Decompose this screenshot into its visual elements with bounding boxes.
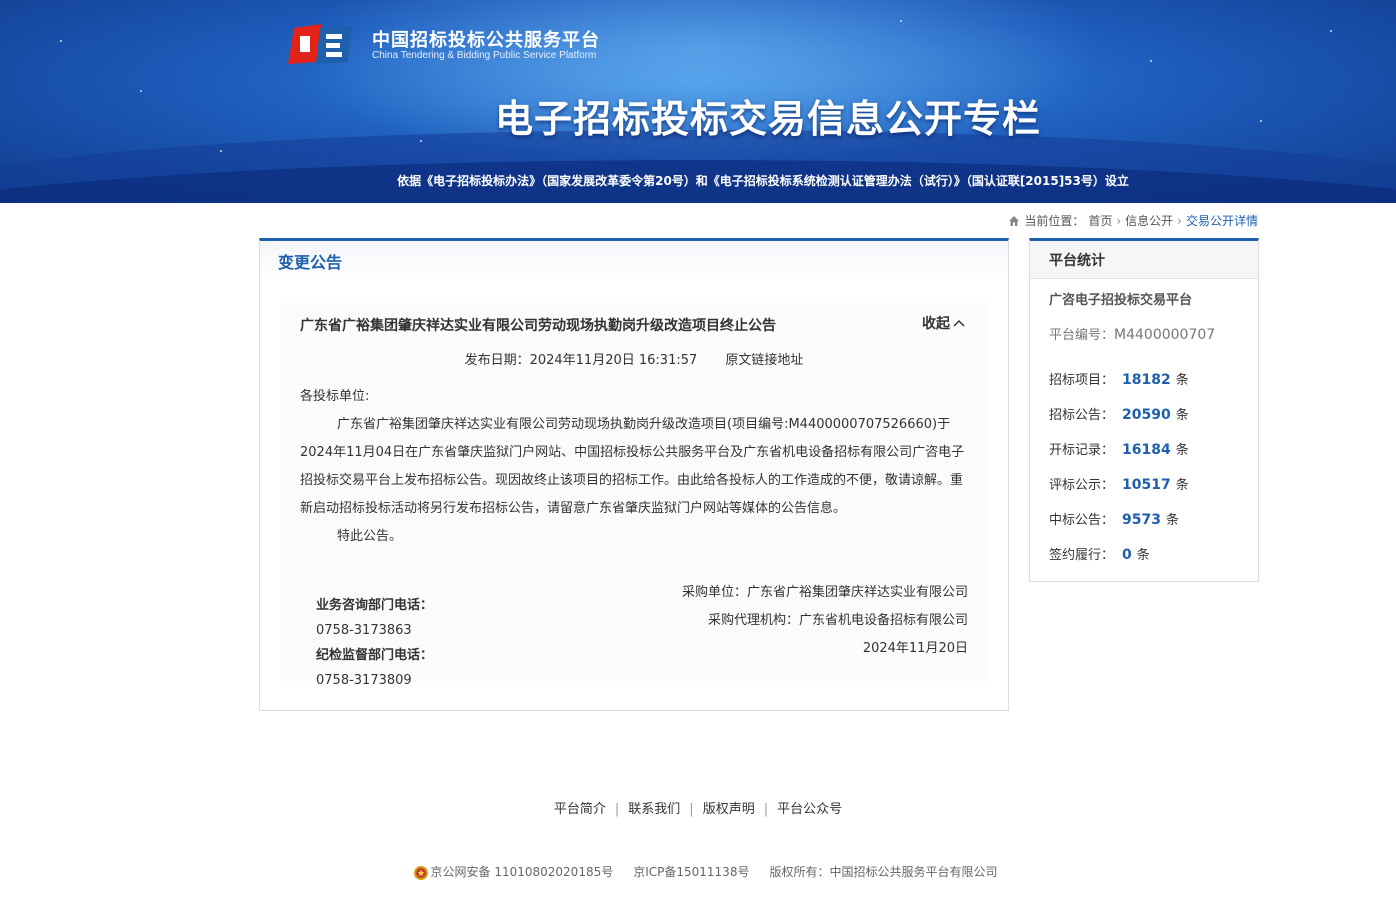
article-paragraph: 广东省广裕集团肇庆祥达实业有限公司劳动现场执勤岗升级改造项目(项目编号:M440… <box>300 417 965 516</box>
stat-label: 评标公示： <box>1049 478 1115 493</box>
salutation: 各投标单位: <box>300 389 370 404</box>
star-dot <box>900 20 902 22</box>
chevron-right-icon: › <box>1116 213 1122 228</box>
stat-unit: 条 <box>1175 408 1189 423</box>
stat-label: 招标项目： <box>1049 373 1115 388</box>
stat-row: 招标公告： 20590 条 <box>1049 404 1189 423</box>
stat-unit: 条 <box>1165 513 1179 528</box>
contact-phone: 0758-3173863 <box>316 623 412 638</box>
brand-name-en: China Tendering & Bidding Public Service… <box>372 50 597 61</box>
chevron-up-icon <box>953 319 965 327</box>
stat-unit: 条 <box>1175 478 1189 493</box>
contact-phone: 0758-3173809 <box>316 673 412 688</box>
police-badge-icon <box>413 865 428 880</box>
stat-value[interactable]: 9573 <box>1122 512 1161 528</box>
platform-name: 广咨电子招投标交易平台 <box>1049 293 1193 308</box>
main-panel: 变更公告 广东省广裕集团肇庆祥达实业有限公司劳动现场执勤岗升级改造项目终止公告 … <box>259 238 1009 711</box>
sign-date: 2024年11月20日 <box>862 641 968 656</box>
footer-link-about[interactable]: 平台简介 <box>554 802 606 817</box>
footer-link-wechat[interactable]: 平台公众号 <box>777 802 842 817</box>
stat-label: 中标公告： <box>1049 513 1115 528</box>
closing-text: 特此公告。 <box>337 529 403 544</box>
article-title: 广东省广裕集团肇庆祥达实业有限公司劳动现场执勤岗升级改造项目终止公告 <box>300 318 776 334</box>
stats-panel: 平台统计 广咨电子招投标交易平台 平台编号：M4400000707 招标项目： … <box>1029 238 1259 582</box>
star-dot <box>60 40 62 42</box>
section-title: 变更公告 <box>260 241 1008 281</box>
breadcrumb-home[interactable]: 首页 <box>1088 212 1112 229</box>
logo-icon[interactable] <box>286 22 356 66</box>
contact-label: 业务咨询部门电话： <box>316 598 434 613</box>
stat-value[interactable]: 0 <box>1122 547 1132 563</box>
breadcrumb-current[interactable]: 交易公开详情 <box>1186 212 1258 229</box>
chevron-right-icon: › <box>1177 213 1182 228</box>
breadcrumb: 当前位置： 首页 › 信息公开 › 交易公开详情 <box>1008 212 1258 229</box>
breadcrumb-info[interactable]: 信息公开 <box>1125 212 1173 229</box>
breadcrumb-prefix: 当前位置： <box>1024 214 1085 228</box>
contact-label: 纪检监督部门电话： <box>316 648 434 663</box>
star-dot <box>1150 60 1152 62</box>
stat-row: 中标公告： 9573 条 <box>1049 509 1179 528</box>
footer-link-contact[interactable]: 联系我们 <box>628 802 680 817</box>
contact-info: 业务咨询部门电话： 0758-3173863 纪检监督部门电话： 0758-31… <box>316 593 433 693</box>
stat-label: 开标记录： <box>1049 443 1115 458</box>
home-icon <box>1009 215 1020 226</box>
stat-row: 评标公示： 10517 条 <box>1049 474 1189 493</box>
icp-record[interactable]: 京ICP备15011138号 <box>633 863 749 880</box>
stat-value[interactable]: 10517 <box>1122 477 1171 493</box>
footer-links: 平台简介 | 联系我们 | 版权声明 | 平台公众号 <box>0 798 1396 817</box>
copyright-text: 版权所有：中国招标公共服务平台有限公司 <box>769 865 998 880</box>
stat-label: 招标公告： <box>1049 408 1115 423</box>
stat-unit: 条 <box>1136 548 1150 563</box>
signature-block: 采购单位：广东省广裕集团肇庆祥达实业有限公司 采购代理机构：广东省机电设备招标有… <box>682 579 968 663</box>
article-body: 各投标单位: 广东省广裕集团肇庆祥达实业有限公司劳动现场执勤岗升级改造项目(项目… <box>300 383 968 551</box>
publish-date: 发布日期：2024年11月20日 16:31:57 <box>464 353 698 368</box>
stat-unit: 条 <box>1175 373 1189 388</box>
stat-unit: 条 <box>1175 443 1189 458</box>
police-record[interactable]: 京公网安备 11010802020185号 <box>413 863 614 881</box>
article-meta: 发布日期：2024年11月20日 16:31:57 原文链接地址 <box>280 349 988 368</box>
footer-info: 京公网安备 11010802020185号 京ICP备15011138号 版权所… <box>0 863 1396 881</box>
platform-number-label: 平台编号： <box>1049 328 1115 343</box>
stat-label: 签约履行： <box>1049 548 1115 563</box>
stat-value[interactable]: 20590 <box>1122 407 1171 423</box>
stat-row: 招标项目： 18182 条 <box>1049 369 1189 388</box>
stat-value[interactable]: 16184 <box>1122 442 1171 458</box>
article: 广东省广裕集团肇庆祥达实业有限公司劳动现场执勤岗升级改造项目终止公告 收起 发布… <box>280 303 988 688</box>
page-title: 电子招标投标交易信息公开专栏 <box>494 97 1041 141</box>
purchaser: 采购单位：广东省广裕集团肇庆祥达实业有限公司 <box>681 585 968 600</box>
divider: | <box>614 802 620 817</box>
agency: 采购代理机构：广东省机电设备招标有限公司 <box>707 613 968 628</box>
platform-number-value: M4400000707 <box>1114 327 1216 343</box>
platform-number: 平台编号：M4400000707 <box>1049 324 1215 343</box>
original-link[interactable]: 原文链接地址 <box>725 353 803 368</box>
collapse-button[interactable]: 收起 <box>922 313 966 333</box>
collapse-label: 收起 <box>922 316 950 332</box>
footer-link-copyright[interactable]: 版权声明 <box>703 802 755 817</box>
star-dot <box>1330 30 1332 32</box>
header-banner: 中国招标投标公共服务平台 China Tendering & Bidding P… <box>0 0 1396 203</box>
brand-name: 中国招标投标公共服务平台 <box>372 30 600 51</box>
stat-row: 签约履行： 0 条 <box>1049 544 1150 563</box>
police-record-text: 京公网安备 11010802020185号 <box>430 865 614 879</box>
stats-title: 平台统计 <box>1030 241 1258 279</box>
page-subtitle: 依据《电子招标投标办法》（国家发展改革委令第20号）和《电子招标投标系统检测认证… <box>397 174 1129 188</box>
divider: | <box>689 802 694 817</box>
stat-value[interactable]: 18182 <box>1122 372 1171 388</box>
stat-row: 开标记录： 16184 条 <box>1049 439 1189 458</box>
star-dot <box>220 150 222 152</box>
divider: | <box>763 802 769 817</box>
